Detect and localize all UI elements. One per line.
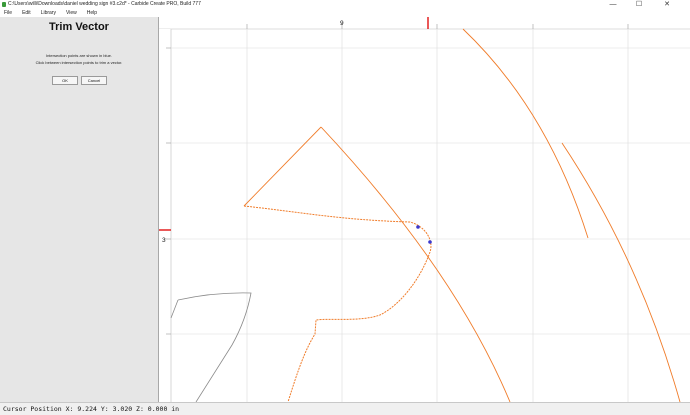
left-ruler-label: 3: [162, 237, 166, 244]
menu-help[interactable]: Help: [87, 10, 97, 16]
intersection-point[interactable]: [416, 225, 420, 229]
trim-vector-panel: Trim Vector Intersection points are show…: [0, 17, 159, 402]
panel-title: Trim Vector: [49, 21, 109, 33]
instruction-line-2: Click between intersection points to tri…: [35, 60, 123, 65]
minimize-button[interactable]: —: [606, 0, 620, 9]
gray-vector[interactable]: [177, 292, 252, 403]
title-bar: C:\Users\willi\Downloads\daniel wedding …: [0, 0, 690, 9]
inner-arc-vector[interactable]: [320, 126, 511, 403]
design-canvas[interactable]: 9 3: [159, 17, 690, 403]
menu-library[interactable]: Library: [41, 10, 56, 16]
cancel-button[interactable]: Cancel: [81, 76, 107, 85]
menu-edit[interactable]: Edit: [22, 10, 31, 16]
menu-bar: File Edit Library View Help: [0, 9, 158, 17]
top-ruler: [159, 17, 690, 29]
selected-trim-vector[interactable]: [243, 205, 432, 403]
intersection-point[interactable]: [428, 240, 432, 244]
close-button[interactable]: ✕: [660, 0, 674, 9]
menu-view[interactable]: View: [66, 10, 77, 16]
grid: [171, 29, 690, 402]
maximize-button[interactable]: ☐: [632, 0, 646, 9]
outer-arc-vector[interactable]: [462, 28, 589, 239]
window-title: C:\Users\willi\Downloads\daniel wedding …: [8, 1, 201, 7]
instruction-line-1: Intersection points are shown in blue.: [45, 53, 113, 58]
top-ruler-label: 9: [340, 20, 344, 27]
left-ruler: [159, 29, 171, 402]
cursor-position-text: Cursor Position X: 9.224 Y: 3.020 Z: 0.0…: [3, 405, 180, 413]
menu-file[interactable]: File: [4, 10, 12, 16]
triangle-edge-vector[interactable]: [243, 126, 322, 207]
app-icon: [2, 2, 6, 7]
ok-button[interactable]: OK: [52, 76, 78, 85]
status-bar: Cursor Position X: 9.224 Y: 3.020 Z: 0.0…: [0, 402, 690, 415]
